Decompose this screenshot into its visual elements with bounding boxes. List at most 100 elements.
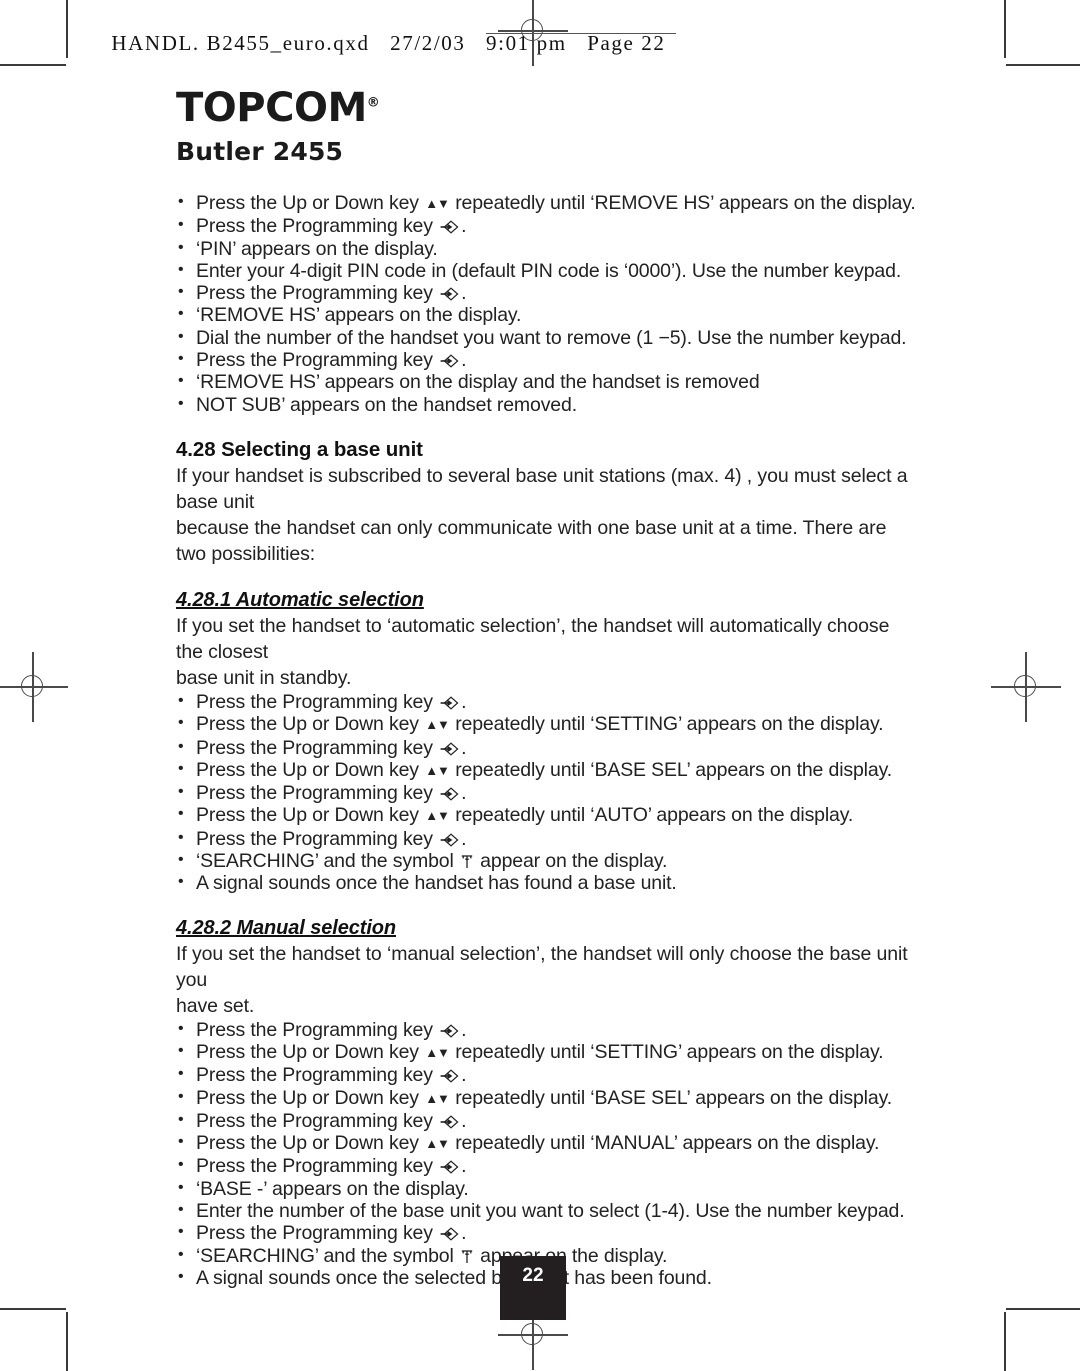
instruction-step: Press the Up or Down key ▲▼ repeatedly u… bbox=[176, 1086, 912, 1110]
registration-mark-circle bbox=[521, 1323, 543, 1345]
step-text-continued: . bbox=[461, 1018, 467, 1041]
crop-mark-bottom-left-vertical bbox=[66, 1312, 68, 1371]
instruction-step: Dial the number of the handset you want … bbox=[176, 326, 912, 349]
instruction-step: Press the Programming key . bbox=[176, 281, 912, 305]
section-4-28-2-paragraph-line-2: have set. bbox=[176, 994, 255, 1017]
step-text-continued: . bbox=[461, 215, 467, 238]
step-text-continued: repeatedly until ‘REMOVE HS’ appears on … bbox=[449, 192, 916, 214]
step-text: Press the Up or Down key bbox=[196, 1132, 425, 1155]
up-down-arrow-icon: ▲▼ bbox=[425, 717, 450, 733]
step-text: Press the Up or Down key bbox=[196, 804, 425, 827]
section-4-28-1-paragraph-line-1: If you set the handset to ‘automatic sel… bbox=[176, 614, 890, 663]
instruction-step: Press the Programming key . bbox=[176, 1154, 912, 1178]
up-down-arrow-icon: ▲▼ bbox=[425, 808, 450, 824]
section-heading-4-28-2: 4.28.2 Manual selection bbox=[176, 916, 397, 939]
section-4-28-2-paragraph-line-1: If you set the handset to ‘manual select… bbox=[176, 942, 908, 991]
step-text: Press the Programming key bbox=[196, 690, 439, 713]
step-text: ‘REMOVE HS’ appears on the display and t… bbox=[196, 371, 760, 394]
programming-key-icon bbox=[440, 739, 459, 756]
programming-key-icon bbox=[440, 284, 459, 301]
instruction-step: Press the Programming key . bbox=[176, 348, 912, 372]
step-text: Press the Programming key bbox=[196, 1155, 439, 1178]
brand-logo-wordmark: TOPCOM® bbox=[176, 88, 380, 128]
page-number-badge: 22 bbox=[500, 1256, 566, 1320]
instruction-step: Press the Programming key . bbox=[176, 827, 912, 850]
instruction-step: ‘PIN’ appears on the display. bbox=[176, 237, 912, 260]
step-text-continued: repeatedly until ‘MANUAL’ appears on the… bbox=[449, 1132, 880, 1155]
crop-mark-top-right-vertical bbox=[1004, 0, 1006, 58]
programming-key-icon bbox=[440, 351, 459, 368]
crop-mark-top-left-horizontal bbox=[0, 64, 66, 66]
section-4-28-paragraph-line-2: because the handset can only communicate… bbox=[176, 516, 887, 565]
antenna-signal-icon bbox=[461, 852, 473, 869]
instruction-step: Press the Up or Down key ▲▼ repeatedly u… bbox=[176, 1131, 912, 1155]
step-text-continued: repeatedly until ‘BASE SEL’ appears on t… bbox=[449, 758, 892, 781]
step-text: A signal sounds once the selected base u… bbox=[196, 1266, 712, 1289]
up-down-arrow-icon: ▲▼ bbox=[425, 762, 450, 778]
step-text-continued: . bbox=[461, 1109, 467, 1132]
step-text-continued: . bbox=[461, 1155, 467, 1178]
manual-selection-steps: Press the Programming key .Press the Up … bbox=[176, 1018, 912, 1290]
product-model-name: Butler 2455 bbox=[176, 137, 344, 166]
programming-key-icon bbox=[440, 1021, 459, 1038]
instruction-step: Press the Programming key . bbox=[176, 1018, 912, 1041]
remove-handset-steps: Press the Up or Down key ▲▼ repeatedly u… bbox=[176, 191, 916, 416]
programming-key-icon bbox=[440, 217, 459, 234]
programming-key-icon bbox=[440, 1066, 459, 1083]
step-text-continued: repeatedly until ‘AUTO’ appears on the d… bbox=[449, 804, 854, 827]
registration-mark-circle bbox=[1014, 675, 1036, 697]
step-text: Press the Up or Down key bbox=[196, 192, 425, 214]
registration-mark-left bbox=[0, 652, 68, 722]
file-header-text: HANDL. B2455_euro.qxd 27/2/03 9:01 pm Pa… bbox=[111, 31, 666, 55]
instruction-step: Press the Programming key . bbox=[176, 690, 912, 713]
section-heading-4-28-1: 4.28.1 Automatic selection bbox=[176, 588, 424, 611]
instruction-step: Press the Up or Down key ▲▼ repeatedly u… bbox=[176, 191, 916, 215]
crop-mark-bottom-left-horizontal bbox=[0, 1308, 66, 1310]
instruction-step: Press the Up or Down key ▲▼ repeatedly u… bbox=[176, 758, 912, 782]
step-text: ‘SEARCHING’ and the symbol bbox=[196, 850, 459, 873]
programming-key-icon bbox=[440, 1224, 459, 1241]
instruction-step: A signal sounds once the handset has fou… bbox=[176, 871, 912, 894]
programming-key-icon bbox=[440, 1112, 459, 1129]
up-down-arrow-icon: ▲▼ bbox=[425, 1044, 450, 1060]
document-page: HANDL. B2455_euro.qxd 27/2/03 9:01 pm Pa… bbox=[0, 0, 1080, 1371]
step-text: Press the Programming key bbox=[196, 282, 439, 305]
crop-mark-top-right-horizontal bbox=[1006, 64, 1080, 66]
brand-logo: TOPCOM® Butler 2455 bbox=[176, 88, 912, 166]
step-text-continued: . bbox=[461, 282, 467, 305]
instruction-step: Press the Programming key . bbox=[176, 781, 912, 805]
page-content: TOPCOM® Butler 2455 Press the Up or Down… bbox=[176, 88, 916, 1290]
step-text: Press the Programming key bbox=[196, 736, 439, 759]
registered-trademark-icon: ® bbox=[366, 95, 380, 111]
step-text-continued: . bbox=[461, 1064, 467, 1087]
instruction-step: Enter the number of the base unit you wa… bbox=[176, 1199, 912, 1223]
step-text-continued: . bbox=[461, 349, 467, 372]
step-text: Press the Programming key bbox=[196, 215, 439, 238]
step-text: Enter the number of the base unit you wa… bbox=[196, 1200, 905, 1223]
section-4-28-paragraph-line-1: If your handset is subscribed to several… bbox=[176, 464, 908, 513]
section-heading-4-28: 4.28 Selecting a base unit bbox=[176, 437, 423, 461]
instruction-step: Press the Programming key . bbox=[176, 214, 912, 238]
step-text: Press the Up or Down key bbox=[196, 713, 425, 736]
instruction-step: ‘REMOVE HS’ appears on the display and t… bbox=[176, 370, 912, 394]
step-text-continued: . bbox=[461, 782, 467, 805]
programming-key-icon bbox=[440, 693, 459, 710]
instruction-step: ‘BASE -’ appears on the display. bbox=[176, 1177, 912, 1200]
instruction-step: Press the Programming key . bbox=[176, 1109, 912, 1132]
step-text-continued: repeatedly until ‘SETTING’ appears on th… bbox=[449, 1040, 884, 1063]
instruction-step: Enter your 4-digit PIN code in (default … bbox=[176, 259, 912, 282]
registration-mark-circle bbox=[21, 675, 43, 697]
programming-key-icon bbox=[440, 1157, 459, 1175]
step-text: Press the Programming key bbox=[196, 1064, 439, 1087]
programming-key-icon bbox=[440, 784, 459, 801]
up-down-arrow-icon: ▲▼ bbox=[425, 1090, 450, 1106]
step-text-continued: . bbox=[461, 690, 467, 713]
up-down-arrow-icon: ▲▼ bbox=[425, 196, 450, 211]
instruction-step: NOT SUB’ appears on the handset removed. bbox=[176, 393, 912, 416]
step-text: Press the Up or Down key bbox=[196, 1040, 425, 1063]
instruction-step: Press the Programming key . bbox=[176, 1221, 912, 1244]
instruction-step: Press the Up or Down key ▲▼ repeatedly u… bbox=[176, 803, 912, 827]
antenna-signal-icon bbox=[461, 1247, 473, 1263]
instruction-step: Press the Up or Down key ▲▼ repeatedly u… bbox=[176, 712, 912, 736]
file-header-rule bbox=[486, 33, 676, 35]
